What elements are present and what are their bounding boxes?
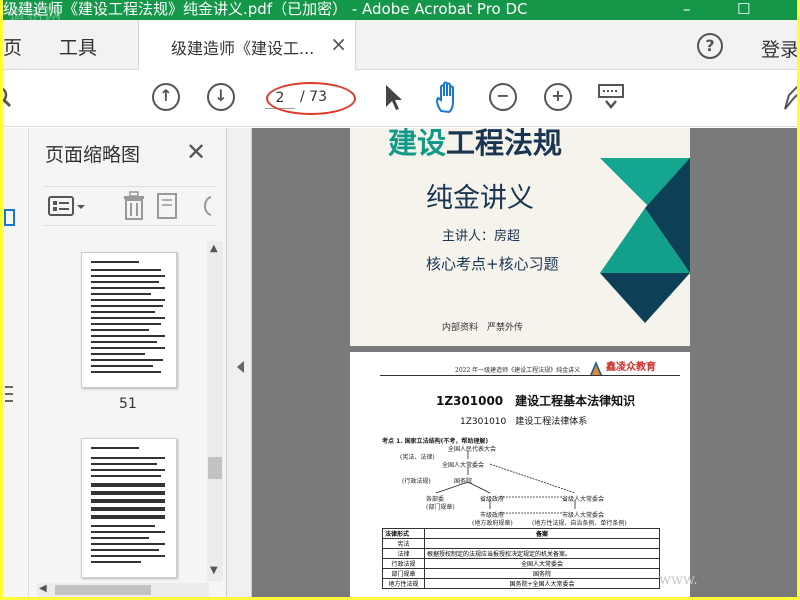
menu-home[interactable]: 页 xyxy=(3,33,22,60)
horizontal-scroll-thumb[interactable] xyxy=(55,585,151,595)
cover-title: 建设工程法规 xyxy=(388,128,563,160)
thumbnails-horizontal-scrollbar[interactable]: ◀ xyxy=(37,583,209,597)
table-row: 行政法规 全国人大常委会 xyxy=(382,558,660,569)
window-title: 级建造师《建设工程法规》纯金讲义.pdf（已加密） - Adobe Acroba… xyxy=(3,0,528,18)
page-thumbnail[interactable] xyxy=(81,438,177,578)
select-cursor-icon[interactable] xyxy=(383,83,405,113)
zoom-in-button[interactable]: + xyxy=(544,83,572,111)
cover-subtitle: 纯金讲义 xyxy=(426,183,534,214)
structure-diagram-lines xyxy=(435,451,576,514)
scroll-down-icon[interactable]: ▼ xyxy=(210,565,218,576)
search-icon[interactable] xyxy=(3,85,17,111)
extract-page-icon[interactable] xyxy=(155,191,181,221)
delete-page-icon[interactable] xyxy=(121,191,147,221)
page-thumbnails-panel: 页面缩略图 ✕ 51 ▲ ▼ ◀ xyxy=(29,128,227,597)
rotate-page-icon[interactable] xyxy=(199,193,215,221)
cover-triangles-decoration xyxy=(600,128,690,323)
filing-table: 法律形式 备案 宪法 法律 根据授权制定的法规应当报授权决定规定的机关备案。 行… xyxy=(382,528,660,589)
highlight-annotation xyxy=(266,82,356,115)
table-row: 部门规章 国务院 xyxy=(382,568,660,579)
title-bar: 级建造师《建设工程法规》纯金讲义.pdf（已加密） - Adobe Acroba… xyxy=(3,0,797,20)
thumbnail-page-number: 51 xyxy=(119,396,137,412)
pdf-page-cover: 建设工程法规 纯金讲义 主讲人：房超 核心考点+核心习题 内部资料 严禁外传 xyxy=(350,128,690,346)
scroll-thumb[interactable] xyxy=(208,457,222,479)
help-icon[interactable]: ? xyxy=(697,33,723,59)
zoom-out-button[interactable]: − xyxy=(489,83,517,111)
document-viewer[interactable]: 建设工程法规 纯金讲义 主讲人：房超 核心考点+核心习题 内部资料 严禁外传 2… xyxy=(252,128,797,597)
restore-button[interactable]: ☐ xyxy=(737,0,750,18)
hand-tool-icon[interactable] xyxy=(433,81,463,115)
panel-collapse-bar[interactable] xyxy=(227,128,252,597)
thumbnails-vertical-scrollbar[interactable]: ▲ ▼ xyxy=(207,241,223,581)
options-menu-icon[interactable] xyxy=(47,195,87,219)
table-row: 法律 根据授权制定的法规应当报授权决定规定的机关备案。 xyxy=(382,548,660,559)
cover-core-topics: 核心考点+核心习题 xyxy=(426,255,559,273)
minimize-button[interactable]: – xyxy=(683,0,691,18)
table-row: 宪法 xyxy=(382,538,660,549)
layers-icon[interactable] xyxy=(3,383,17,407)
menu-tools[interactable]: 工具 xyxy=(59,33,97,60)
corner-watermark: www. xyxy=(659,572,698,588)
menu-bar: 页 工具 级建造师《建设工... × ? 登录 xyxy=(3,20,797,70)
cover-speaker: 主讲人：房超 xyxy=(442,229,521,244)
close-panel-icon[interactable]: ✕ xyxy=(186,138,206,166)
thumbnail-tools xyxy=(43,186,215,226)
document-tab[interactable]: 级建造师《建设工... × xyxy=(138,20,356,70)
sign-icon[interactable] xyxy=(783,83,797,113)
document-tab-label: 级建造师《建设工... xyxy=(171,39,315,58)
close-tab-icon[interactable]: × xyxy=(330,32,347,56)
collapse-arrow-icon[interactable] xyxy=(236,360,246,374)
page-display-icon[interactable] xyxy=(597,83,625,113)
table-header-row: 法律形式 备案 xyxy=(382,528,660,539)
pdf-page-content: 2022 年一级建造师《建设工程法规》纯金讲义 鑫凌众教育 1Z301000 建… xyxy=(350,352,690,597)
cover-internal-note: 内部资料 严禁外传 xyxy=(442,323,524,333)
acrobat-window: 级建造师《建设工程法规》纯金讲义.pdf（已加密） - Adobe Acroba… xyxy=(3,0,797,597)
scroll-left-icon[interactable]: ◀ xyxy=(39,583,47,594)
toolbar: ↑ ↓ / 73 − + xyxy=(3,71,797,127)
bookmark-icon[interactable] xyxy=(3,208,17,228)
login-button[interactable]: 登录 xyxy=(761,35,797,62)
panel-title: 页面缩略图 xyxy=(45,144,141,166)
table-row: 地方性法规 国务院+全国人大常委会 xyxy=(382,578,660,589)
site-watermark: 道格网 xyxy=(9,5,64,21)
scroll-up-icon[interactable]: ▲ xyxy=(210,243,218,254)
previous-page-button[interactable]: ↑ xyxy=(152,83,180,111)
next-page-button[interactable]: ↓ xyxy=(207,83,235,111)
left-navigation-rail xyxy=(3,128,29,597)
page-thumbnail[interactable] xyxy=(81,252,177,388)
